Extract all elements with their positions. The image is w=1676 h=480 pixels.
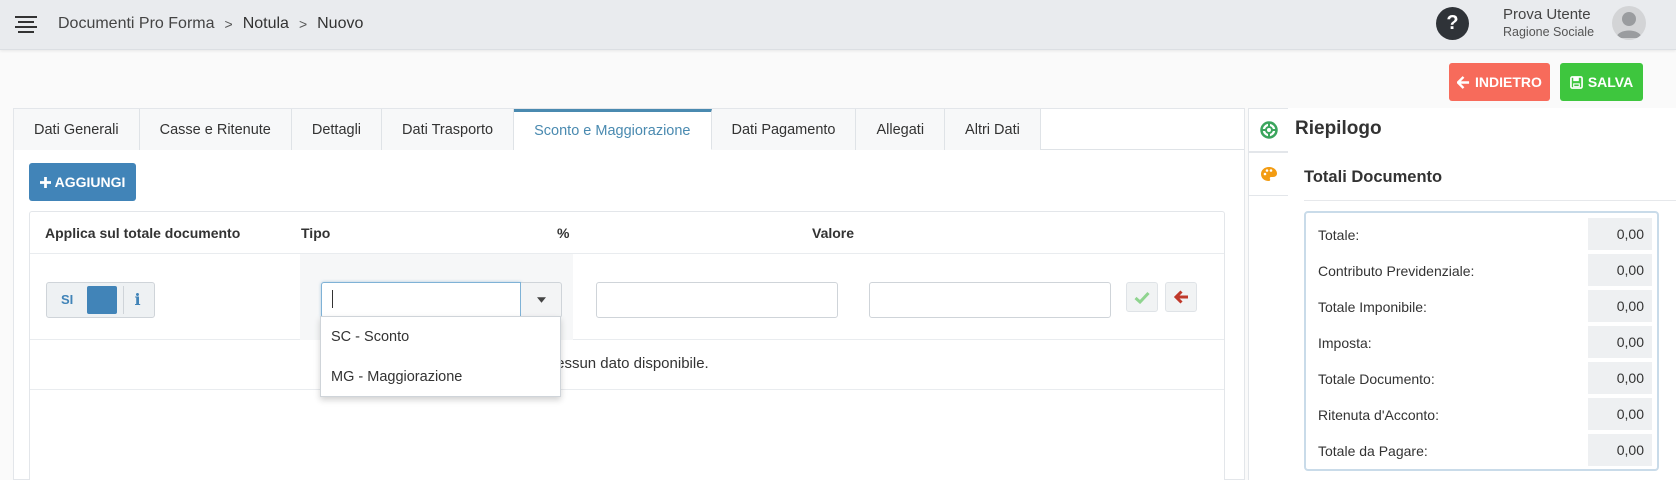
valore-input[interactable] (869, 282, 1111, 318)
palette-icon[interactable] (1249, 152, 1289, 196)
tipo-dropdown: SC - Sconto MG - Maggiorazione (320, 316, 561, 397)
total-row: Totale Documento: 0,00 (1308, 360, 1655, 396)
breadcrumb-item-documenti[interactable]: Documenti Pro Forma (58, 15, 215, 33)
tab-bar: Dati Generali Casse e Ritenute Dettagli … (14, 109, 1244, 150)
dropdown-option-maggiorazione[interactable]: MG - Maggiorazione (321, 357, 560, 397)
save-button[interactable]: SALVA (1560, 63, 1643, 101)
user-info[interactable]: Prova Utente Ragione Sociale (1503, 6, 1594, 39)
total-label: Contributo Previdenziale: (1318, 263, 1475, 279)
total-value: 0,00 (1588, 218, 1652, 250)
total-row: Imposta: 0,00 (1308, 324, 1655, 360)
total-row: Ritenuta d'Acconto: 0,00 (1308, 396, 1655, 432)
arrow-left-icon (1457, 75, 1470, 89)
check-icon (1134, 291, 1150, 304)
total-row: Totale Imponibile: 0,00 (1308, 288, 1655, 324)
tab-dati-generali[interactable]: Dati Generali (14, 109, 140, 150)
plus-icon (39, 176, 51, 188)
apply-total-toggle[interactable]: SI i (46, 282, 155, 318)
column-header-tipo: Tipo (301, 225, 331, 241)
text-caret (332, 290, 333, 308)
percent-input[interactable] (596, 282, 838, 318)
total-label: Totale Documento: (1318, 371, 1435, 387)
total-value: 0,00 (1588, 254, 1652, 286)
breadcrumb: Documenti Pro Forma > Notula > Nuovo (58, 15, 363, 33)
tipo-combobox[interactable] (321, 282, 562, 318)
summary-panel: Riepilogo Totali Documento Totale: 0,00 … (1288, 108, 1676, 480)
lifebuoy-icon[interactable] (1249, 108, 1289, 152)
tab-altri-dati[interactable]: Altri Dati (945, 109, 1041, 150)
column-header-valore: Valore (812, 225, 855, 241)
dropdown-option-sconto[interactable]: SC - Sconto (321, 317, 560, 357)
add-button-label: AGGIUNGI (54, 174, 126, 190)
hamburger-menu-icon[interactable] (15, 15, 37, 33)
breadcrumb-separator-icon: > (224, 16, 233, 32)
edit-row: SI i (30, 254, 1224, 340)
toggle-knob[interactable] (87, 286, 117, 314)
add-button[interactable]: AGGIUNGI (29, 163, 136, 201)
side-tab-bar (1248, 108, 1289, 480)
breadcrumb-separator-icon: > (298, 16, 308, 32)
tab-dati-pagamento[interactable]: Dati Pagamento (711, 109, 857, 150)
total-label: Ritenuta d'Acconto: (1318, 407, 1439, 423)
cancel-row-button[interactable] (1165, 282, 1197, 312)
main-panel: Dati Generali Casse e Ritenute Dettagli … (13, 108, 1245, 480)
total-label: Imposta: (1318, 335, 1372, 351)
tab-casse-ritenute[interactable]: Casse e Ritenute (139, 109, 292, 150)
tab-dati-trasporto[interactable]: Dati Trasporto (382, 109, 515, 150)
tab-allegati[interactable]: Allegati (856, 109, 946, 150)
column-header-applica: Applica sul totale documento (45, 225, 241, 241)
summary-subtitle: Totali Documento (1304, 168, 1443, 186)
total-row: Totale da Pagare: 0,00 (1308, 432, 1655, 468)
floppy-disk-icon (1569, 75, 1583, 89)
arrow-left-icon (1173, 290, 1188, 304)
user-avatar-icon[interactable] (1612, 6, 1646, 40)
total-value: 0,00 (1588, 290, 1652, 322)
tab-dettagli[interactable]: Dettagli (291, 109, 383, 150)
toggle-label: SI (61, 292, 74, 307)
user-subtitle: Ragione Sociale (1503, 25, 1595, 39)
save-button-label: SALVA (1587, 74, 1634, 90)
summary-title: Riepilogo (1295, 118, 1382, 139)
total-label: Totale: (1318, 227, 1360, 243)
confirm-row-button[interactable] (1126, 282, 1158, 312)
question-circle-icon[interactable]: ? (1436, 7, 1469, 40)
grid-header: Applica sul totale documento Tipo % Valo… (30, 212, 1224, 254)
total-value: 0,00 (1588, 326, 1652, 358)
total-value: 0,00 (1588, 434, 1652, 466)
chevron-down-icon[interactable] (521, 282, 562, 318)
total-label: Totale da Pagare: (1318, 443, 1428, 459)
total-row: Totale: 0,00 (1308, 216, 1655, 252)
tipo-input[interactable] (321, 282, 521, 318)
totals-box: Totale: 0,00 Contributo Previdenziale: 0… (1304, 211, 1659, 471)
no-data-message: Nessun dato disponibile. (30, 340, 1224, 390)
user-name: Prova Utente (1503, 6, 1591, 23)
total-value: 0,00 (1588, 362, 1652, 394)
tab-sconto-maggiorazione[interactable]: Sconto e Maggiorazione (514, 109, 712, 150)
discount-grid: Applica sul totale documento Tipo % Valo… (29, 211, 1225, 480)
breadcrumb-item-nuovo: Nuovo (317, 15, 364, 32)
top-bar: Documenti Pro Forma > Notula > Nuovo ? P… (0, 0, 1676, 50)
total-label: Totale Imponibile: (1318, 299, 1427, 315)
breadcrumb-item-notula[interactable]: Notula (243, 15, 289, 33)
total-row: Contributo Previdenziale: 0,00 (1308, 252, 1655, 288)
back-button[interactable]: INDIETRO (1449, 63, 1550, 101)
column-header-percent: % (557, 225, 570, 241)
info-icon[interactable]: i (123, 286, 151, 314)
summary-divider (1304, 200, 1676, 201)
total-value: 0,00 (1588, 398, 1652, 430)
back-button-label: INDIETRO (1475, 74, 1542, 90)
